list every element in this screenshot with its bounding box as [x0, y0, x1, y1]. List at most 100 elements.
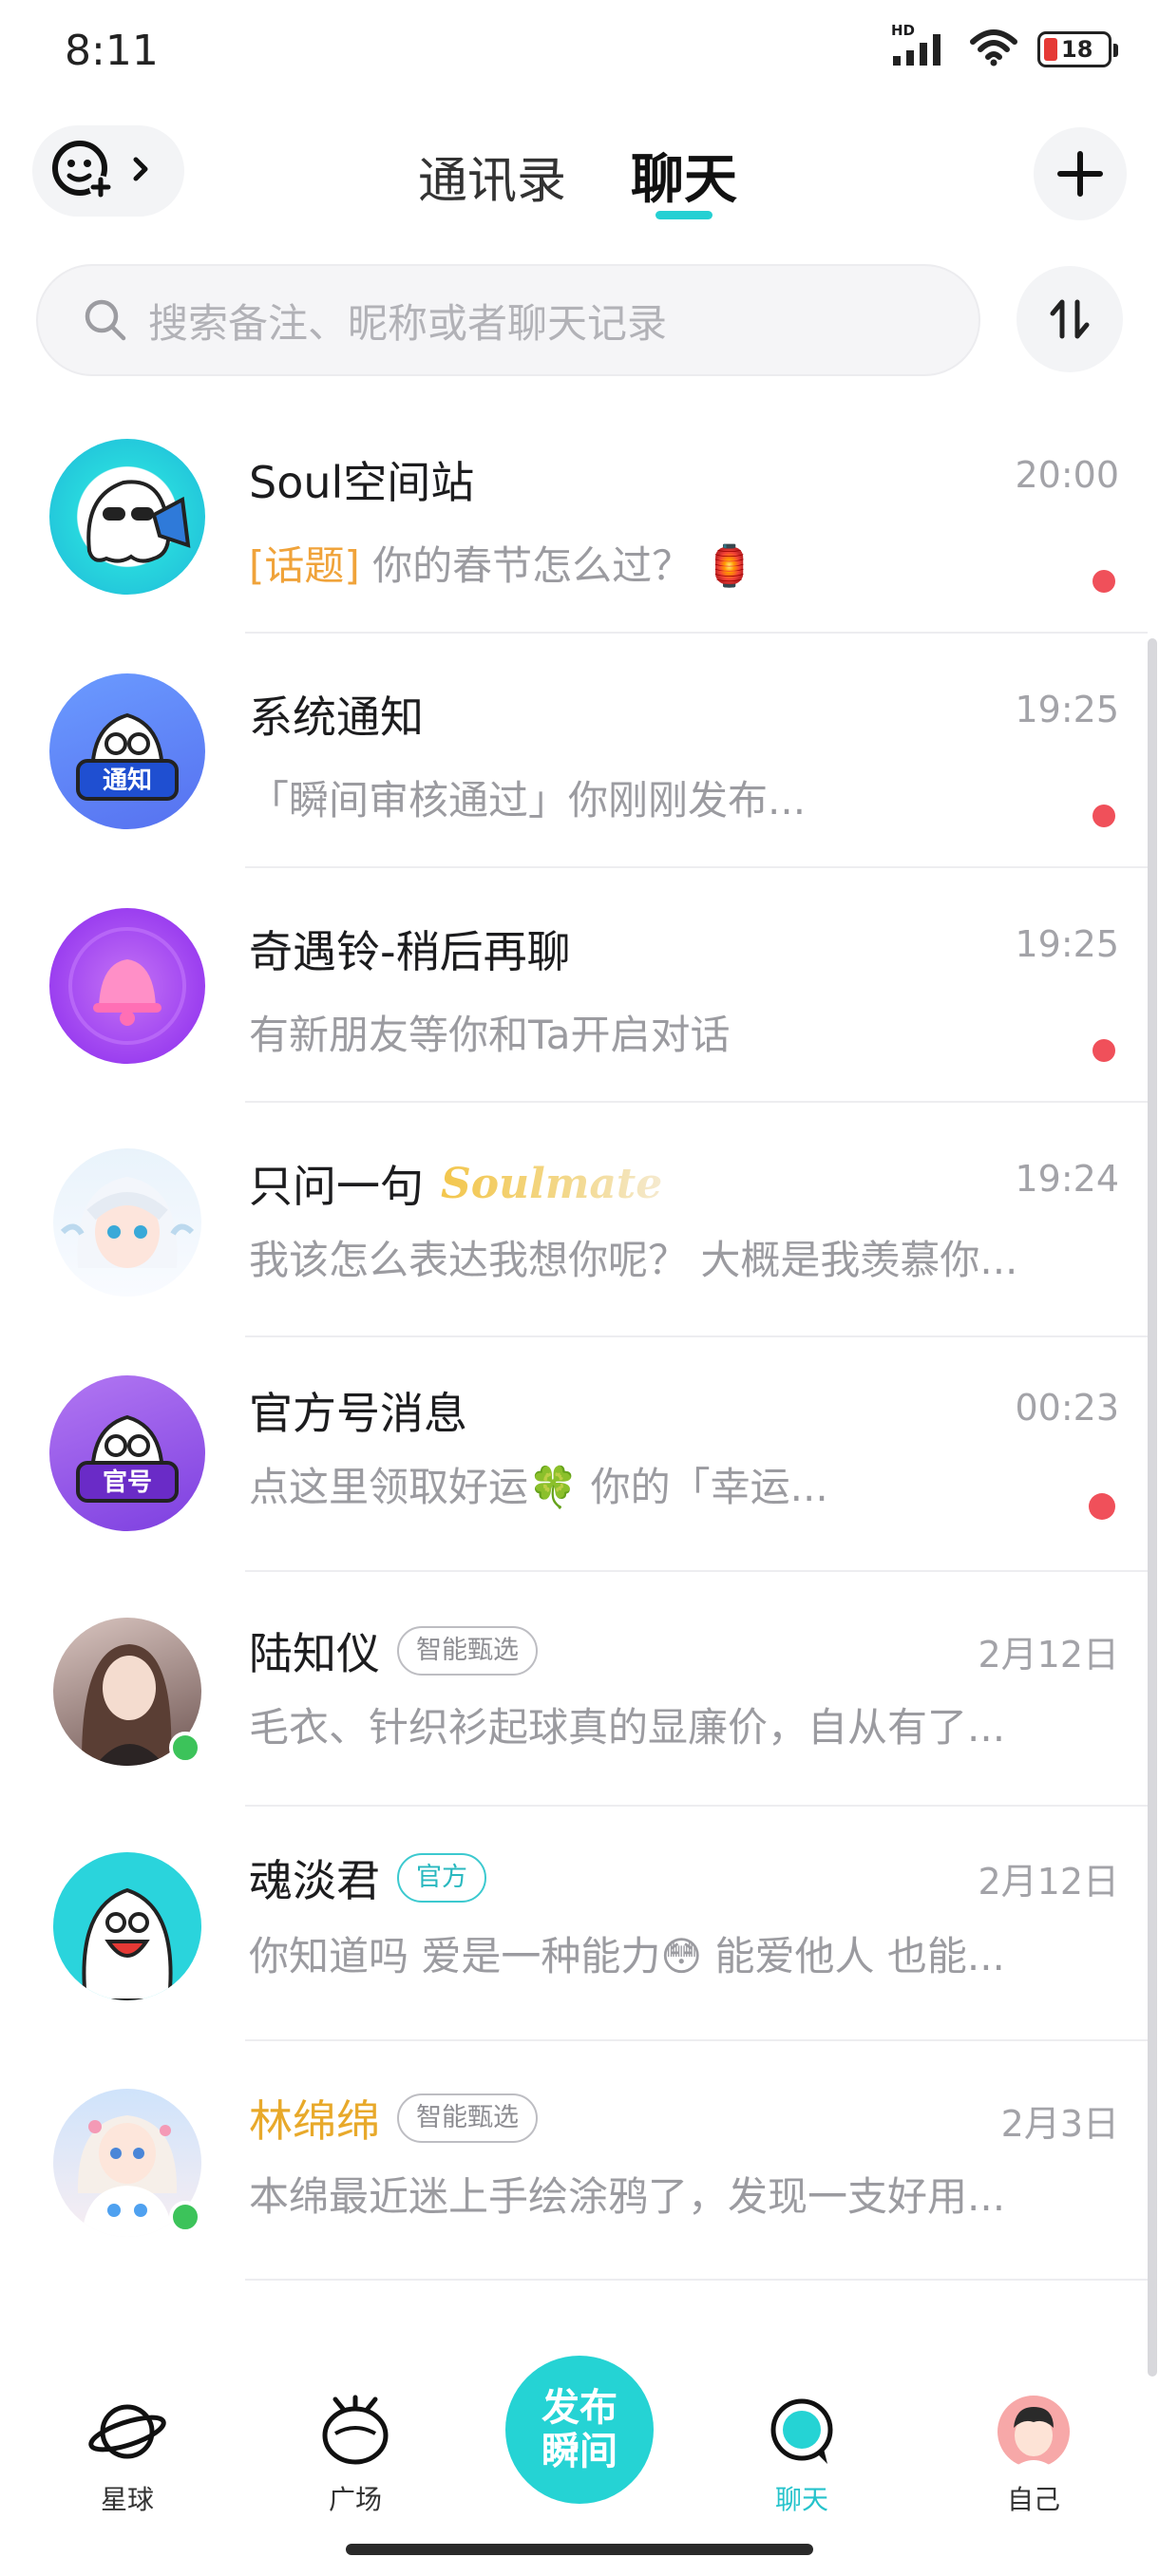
- bell-icon: [68, 927, 186, 1045]
- chat-name: 林绵绵 智能甄选: [249, 2087, 538, 2150]
- chat-row-soul-station[interactable]: Soul空间站 20:00 [话题] 你的春节怎么过？ 🏮: [0, 399, 1148, 634]
- chat-preview: 你知道吗 爱是一种能力😳 能爱他人 也能...: [249, 1933, 1005, 1979]
- nav-square-label: 广场: [328, 2484, 382, 2515]
- avatar: 官号: [49, 1375, 205, 1531]
- search-icon: [85, 299, 126, 341]
- chat-preview: 有新朋友等你和Ta开启对话: [249, 1012, 731, 1058]
- chat-name: 只问一句 Soulmate: [249, 1152, 662, 1215]
- chat-preview: 点这里领取好运🍀 你的「幸运...: [249, 1464, 828, 1510]
- wifi-icon: [969, 28, 1018, 70]
- battery-level: 18: [1061, 36, 1093, 63]
- publish-label-line2: 瞬间: [542, 2430, 618, 2473]
- chevron-right-icon: [131, 155, 152, 187]
- tab-active-indicator: [656, 211, 712, 219]
- avatar: [53, 1852, 201, 2000]
- chat-time: 19:24: [1015, 1158, 1119, 1200]
- nav-chat-label: 聊天: [774, 2484, 828, 2515]
- unread-dot: [1089, 1493, 1115, 1520]
- avatar: [53, 1148, 201, 1297]
- square-icon: [322, 2395, 389, 2465]
- chat-time: 19:25: [1015, 689, 1119, 730]
- chat-name-text: 只问一句: [249, 1161, 424, 1212]
- chat-preview: 本绵最近迷上手绘涂鸦了，发现一支好用...: [249, 2173, 1006, 2220]
- chat-row-hundan-jun[interactable]: 魂淡君 官方 2月12日 你知道吗 爱是一种能力😳 能爱他人 也能...: [0, 1807, 1148, 2041]
- chat-name-text: 魂淡君: [249, 1855, 380, 1906]
- svg-text:官号: 官号: [103, 1468, 152, 1497]
- online-status-dot: [169, 2201, 201, 2233]
- chat-name: 陆知仪 智能甄选: [249, 1619, 538, 1682]
- chat-row-system-notice[interactable]: 通知 系统通知 19:25 「瞬间审核通过」你刚刚发布...: [0, 634, 1148, 868]
- nav-planet[interactable]: 星球: [61, 2394, 194, 2517]
- unread-dot: [1092, 1039, 1115, 1062]
- search-input[interactable]: 搜索备注、昵称或者聊天记录: [36, 264, 980, 376]
- tab-chat[interactable]: 聊天: [631, 137, 737, 214]
- divider: [245, 2279, 1148, 2281]
- avatar: [49, 908, 205, 1064]
- soulmate-badge: Soulmate: [441, 1159, 663, 1208]
- hd-label: HD: [891, 22, 916, 39]
- chat-time: 2月12日: [978, 1861, 1119, 1903]
- publish-moment-button[interactable]: 发布 瞬间: [505, 2356, 654, 2504]
- chat-bubble-icon: [770, 2398, 833, 2464]
- list-scrollbar[interactable]: [1148, 638, 1157, 2377]
- status-time: 8:11: [65, 27, 159, 75]
- ghost-megaphone-icon: [86, 480, 191, 563]
- chat-name-text: 陆知仪: [249, 1628, 380, 1679]
- unread-dot: [1092, 805, 1115, 827]
- chat-row-one-question[interactable]: 只问一句 Soulmate 19:24 我该怎么表达我想你呢？ 大概是我羡慕你.…: [0, 1103, 1148, 1337]
- sort-button[interactable]: [1016, 266, 1123, 372]
- chat-preview: 我该怎么表达我想你呢？ 大概是我羡慕你...: [249, 1237, 1018, 1283]
- tab-contacts[interactable]: 通讯录: [418, 141, 566, 212]
- chat-time: 2月12日: [978, 1634, 1119, 1676]
- svg-text:通知: 通知: [103, 767, 152, 795]
- chat-time: 19:25: [1015, 923, 1119, 965]
- chat-time: 00:23: [1015, 1387, 1119, 1429]
- chat-time: 20:00: [1015, 454, 1119, 496]
- chat-name: 官方号消息: [249, 1388, 467, 1439]
- chat-row-lu-zhiyi[interactable]: 陆知仪 智能甄选 2月12日 毛衣、针织衫起球真的显廉价，自从有了...: [0, 1572, 1148, 1807]
- smart-pick-tag: 智能甄选: [397, 2093, 538, 2143]
- nav-chat[interactable]: 聊天: [735, 2394, 868, 2517]
- signal-icon: HD: [891, 22, 950, 67]
- chat-row-lin-mianmian[interactable]: 林绵绵 智能甄选 2月3日 本绵最近迷上手绘涂鸦了，发现一支好用...: [0, 2041, 1148, 2281]
- add-button[interactable]: [1034, 127, 1127, 220]
- ghost-official-icon: 官号: [76, 1414, 179, 1503]
- online-status-dot: [169, 1732, 201, 1764]
- chat-name: 魂淡君 官方: [249, 1847, 486, 1909]
- planet-icon: [88, 2404, 166, 2459]
- nav-square[interactable]: 广场: [289, 2394, 422, 2517]
- chat-preview-text: 你的春节怎么过？ 🏮: [359, 542, 754, 589]
- nav-planet-label: 星球: [100, 2484, 154, 2515]
- sort-icon: [1050, 299, 1090, 339]
- nav-me[interactable]: 自己: [967, 2394, 1100, 2517]
- chat-row-encounter-bell[interactable]: 奇遇铃-稍后再聊 19:25 有新朋友等你和Ta开启对话: [0, 868, 1148, 1103]
- ghost-notice-icon: 通知: [76, 712, 179, 801]
- chat-preview: 毛衣、针织衫起球真的显廉价，自从有了...: [249, 1704, 1006, 1751]
- chat-preview: [话题] 你的春节怎么过？ 🏮: [249, 534, 1104, 592]
- search-placeholder: 搜索备注、昵称或者聊天记录: [148, 299, 668, 347]
- chat-name: Soul空间站: [249, 457, 475, 508]
- chat-name-text: 林绵绵: [249, 2095, 380, 2147]
- mood-status-button[interactable]: [32, 125, 184, 217]
- unread-dot: [1092, 570, 1115, 593]
- smiley-add-icon: [49, 136, 116, 206]
- user-avatar-icon: [998, 2396, 1070, 2468]
- status-icons: HD 18: [891, 22, 1118, 70]
- anime-girl-avatar: [60, 1177, 195, 1268]
- publish-label-line1: 发布: [542, 2386, 618, 2430]
- chat-row-official-messages[interactable]: 官号 官方号消息 00:23 点这里领取好运🍀 你的「幸运...: [0, 1337, 1148, 1572]
- chat-time: 2月3日: [1000, 2103, 1119, 2145]
- battery-icon: 18: [1037, 31, 1118, 67]
- avatar: 通知: [49, 673, 205, 829]
- home-indicator[interactable]: [346, 2544, 813, 2555]
- ghost-smile-icon: [82, 1887, 173, 2000]
- official-tag: 官方: [397, 1853, 486, 1903]
- smart-pick-tag: 智能甄选: [397, 1626, 538, 1676]
- topic-label: [话题]: [249, 542, 360, 589]
- chat-name: 系统通知: [249, 691, 424, 743]
- chat-name: 奇遇铃-稍后再聊: [249, 926, 571, 977]
- plus-icon: [1057, 151, 1103, 197]
- avatar: [49, 439, 205, 595]
- chat-preview: 「瞬间审核通过」你刚刚发布...: [249, 777, 807, 824]
- nav-me-label: 自己: [1006, 2484, 1060, 2515]
